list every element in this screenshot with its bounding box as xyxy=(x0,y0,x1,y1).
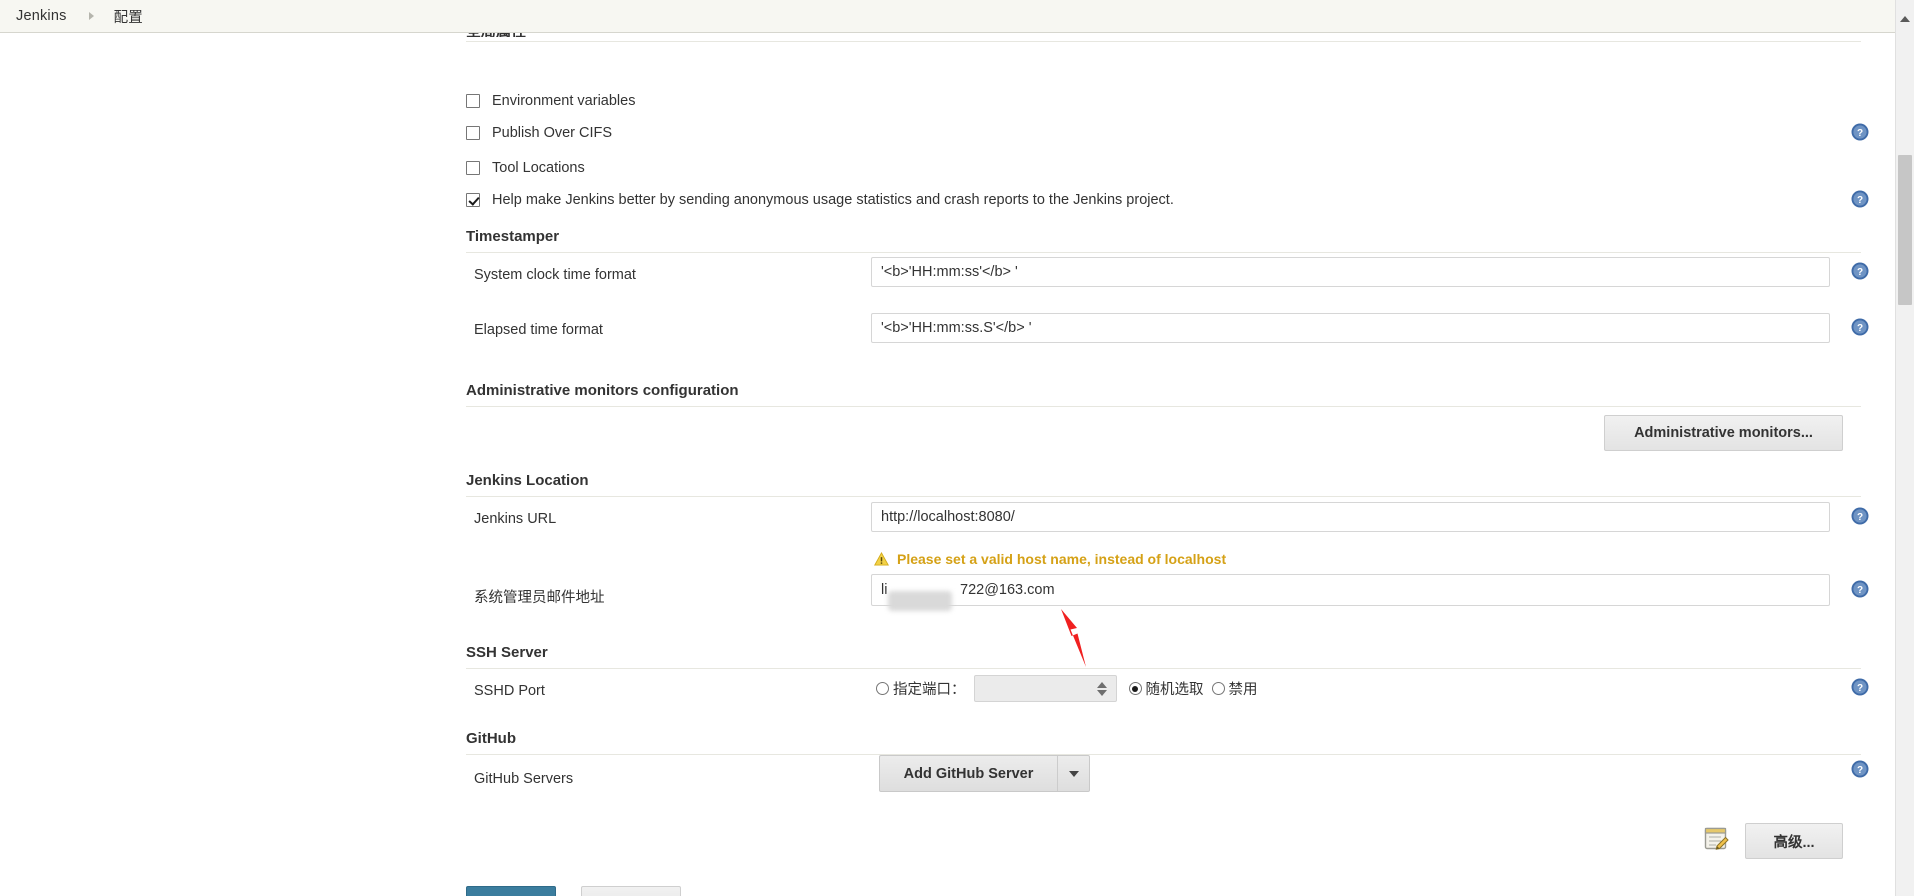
admin-email-value-suffix: 722@163.com xyxy=(960,582,1055,598)
radio-sshd-port-fixed[interactable] xyxy=(876,682,889,695)
section-rule-timestamper xyxy=(466,252,1861,253)
radio-label-sshd-port-disabled: 禁用 xyxy=(1228,682,1258,698)
administrative-monitors-button[interactable]: Administrative monitors... xyxy=(1604,415,1843,451)
label-elapsed-time-format: Elapsed time format xyxy=(474,322,603,338)
svg-text:?: ? xyxy=(1857,323,1863,334)
add-github-server-label: Add GitHub Server xyxy=(903,765,1034,782)
label-sshd-port: SSHD Port xyxy=(474,683,545,699)
scrollbar-thumb[interactable] xyxy=(1898,155,1912,305)
spinner-up-icon[interactable] xyxy=(1097,681,1107,688)
input-elapsed-time-format[interactable] xyxy=(871,313,1830,343)
help-icon-usage-statistics[interactable]: ? xyxy=(1851,190,1869,208)
checkbox-usage-statistics[interactable] xyxy=(466,193,480,207)
checkbox-label-publish-over-cifs: Publish Over CIFS xyxy=(492,125,613,141)
jenkins-url-warning-text: Please set a valid host name, instead of… xyxy=(897,551,1227,567)
svg-text:?: ? xyxy=(1857,128,1863,139)
help-icon-jenkins-url[interactable]: ? xyxy=(1851,507,1869,525)
checkbox-environment-variables[interactable] xyxy=(466,94,480,108)
help-icon-system-clock-time-format[interactable]: ? xyxy=(1851,262,1869,280)
breadcrumb-separator-icon xyxy=(88,12,94,20)
svg-text:?: ? xyxy=(1857,585,1863,596)
help-icon-github-servers[interactable]: ? xyxy=(1851,760,1869,778)
scrollbar-up-arrow-icon[interactable] xyxy=(1896,10,1914,28)
add-github-server-button[interactable]: Add GitHub Server xyxy=(879,755,1090,792)
jenkins-url-warning: Please set a valid host name, instead of… xyxy=(874,551,1226,567)
jenkins-configure-page: Jenkins 配置 全局属性 Environment variables Pu… xyxy=(0,0,1914,896)
section-administrative-monitors: Administrative monitors configuration xyxy=(466,382,1861,407)
breadcrumb-home[interactable]: Jenkins xyxy=(16,8,67,24)
save-button[interactable]: 保存 xyxy=(466,886,556,896)
label-admin-email: 系统管理员邮件地址 xyxy=(474,590,605,606)
svg-text:?: ? xyxy=(1857,512,1863,523)
config-form: 全局属性 Environment variables Publish Over … xyxy=(0,33,1895,896)
sshd-port-options: 指定端口： 随机选取 禁用 xyxy=(876,675,1266,702)
checkbox-publish-over-cifs[interactable] xyxy=(466,126,480,140)
input-system-clock-time-format[interactable] xyxy=(871,257,1830,287)
label-github-servers: GitHub Servers xyxy=(474,771,574,787)
checkbox-label-tool-locations: Tool Locations xyxy=(492,160,585,176)
svg-text:?: ? xyxy=(1857,765,1863,776)
section-jenkins-location: Jenkins Location xyxy=(466,472,1861,497)
radio-sshd-port-disabled[interactable] xyxy=(1211,682,1225,695)
help-icon-elapsed-time-format[interactable]: ? xyxy=(1851,318,1869,336)
help-icon-admin-email[interactable]: ? xyxy=(1851,580,1869,598)
section-ssh-server: SSH Server xyxy=(466,644,1861,669)
radio-sshd-port-random[interactable] xyxy=(1128,682,1142,695)
warning-triangle-icon xyxy=(874,552,889,566)
help-icon-sshd-port[interactable]: ? xyxy=(1851,678,1869,696)
section-title-administrative-monitors: Administrative monitors configuration xyxy=(466,382,739,399)
section-title-timestamper: Timestamper xyxy=(466,228,560,245)
advanced-button[interactable]: 高级... xyxy=(1745,823,1843,859)
label-jenkins-url: Jenkins URL xyxy=(474,511,557,527)
breadcrumb: Jenkins 配置 xyxy=(0,0,1895,33)
checkbox-tool-locations[interactable] xyxy=(466,161,480,175)
radio-label-sshd-port-fixed: 指定端口： xyxy=(893,682,966,698)
section-timestamper: Timestamper xyxy=(466,228,1861,253)
checkbox-label-environment-variables: Environment variables xyxy=(492,93,636,109)
input-sshd-port-number[interactable] xyxy=(973,675,1117,702)
checkbox-label-usage-statistics: Help make Jenkins better by sending anon… xyxy=(492,192,1174,208)
section-title-ssh-server: SSH Server xyxy=(466,644,548,661)
input-jenkins-url[interactable] xyxy=(871,502,1830,532)
admin-email-value-prefix: li xyxy=(881,582,888,598)
svg-text:?: ? xyxy=(1857,267,1863,278)
radio-label-sshd-port-random: 随机选取 xyxy=(1145,682,1204,698)
section-rule-administrative-monitors xyxy=(466,406,1861,407)
svg-text:?: ? xyxy=(1857,195,1863,206)
chevron-down-icon xyxy=(1068,770,1079,777)
section-rule-jenkins-location xyxy=(466,496,1861,497)
checkbox-row-usage-statistics[interactable]: Help make Jenkins better by sending anon… xyxy=(466,190,1174,210)
spinner-down-icon[interactable] xyxy=(1097,689,1107,696)
section-rule-ssh-server xyxy=(466,668,1861,669)
add-github-server-caret[interactable] xyxy=(1057,756,1089,791)
section-title-github: GitHub xyxy=(466,730,516,747)
breadcrumb-current[interactable]: 配置 xyxy=(114,6,143,27)
clipped-section-title: 全局属性 xyxy=(466,33,526,37)
section-title-jenkins-location: Jenkins Location xyxy=(466,472,589,489)
help-icon-publish-over-cifs[interactable]: ? xyxy=(1851,123,1869,141)
input-admin-email[interactable]: li 722@163.com xyxy=(871,574,1830,606)
section-rule-github xyxy=(466,754,1861,755)
checkbox-row-tool-locations[interactable]: Tool Locations xyxy=(466,158,585,178)
sshd-port-spinner[interactable] xyxy=(1094,681,1111,696)
vertical-scrollbar[interactable] xyxy=(1895,0,1914,896)
checkbox-row-environment-variables[interactable]: Environment variables xyxy=(466,91,635,111)
notepad-edit-icon xyxy=(1704,827,1729,850)
apply-button[interactable]: Apply xyxy=(581,886,681,896)
checkbox-row-publish-over-cifs[interactable]: Publish Over CIFS xyxy=(466,123,612,143)
label-system-clock-time-format: System clock time format xyxy=(474,267,636,283)
clipped-section-rule xyxy=(466,41,1861,42)
section-github: GitHub xyxy=(466,730,1861,755)
svg-text:?: ? xyxy=(1857,683,1863,694)
